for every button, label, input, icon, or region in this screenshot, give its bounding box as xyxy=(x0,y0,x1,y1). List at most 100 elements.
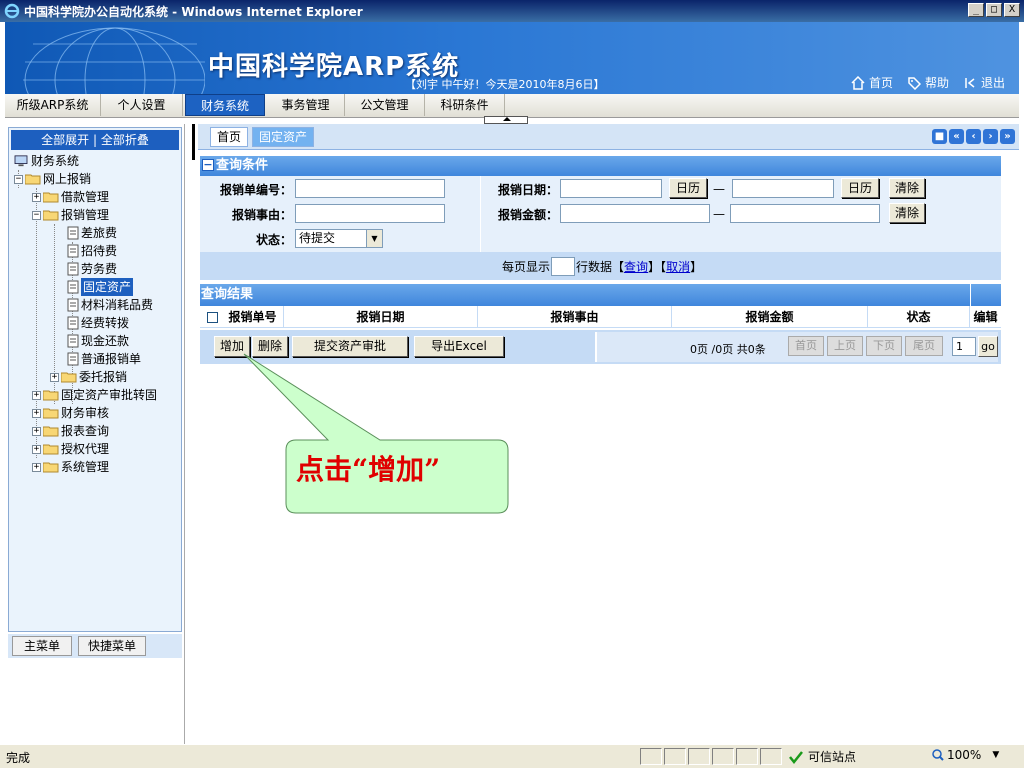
tree-leaf-general-reimbursement[interactable]: 普通报销单 xyxy=(67,350,141,368)
expand-all-button[interactable]: 全部展开 xyxy=(41,133,89,147)
tree-node-reimbursement-management[interactable]: − 报销管理 xyxy=(32,206,109,224)
date-from-input[interactable] xyxy=(560,179,662,198)
zoom-level: 100% xyxy=(947,748,982,762)
menu-institute-arp[interactable]: 所级ARP系统 xyxy=(5,94,101,116)
reimbursement-reason-input[interactable] xyxy=(295,204,445,223)
help-link[interactable]: 帮助 xyxy=(907,74,949,91)
reimbursement-number-input[interactable] xyxy=(295,179,445,198)
tree-leaf-labor[interactable]: 劳务费 xyxy=(67,260,117,278)
date-to-input[interactable] xyxy=(732,179,834,198)
collapse-section-icon[interactable]: − xyxy=(202,159,214,171)
reimbursement-amount-label: 报销金额： xyxy=(497,208,558,222)
tree-leaf-travel[interactable]: 差旅费 xyxy=(67,224,117,242)
calendar-from-button[interactable]: 日历 xyxy=(669,178,707,198)
clear-amount-button[interactable]: 清除 xyxy=(889,203,925,223)
expand-toggle-icon[interactable]: + xyxy=(32,462,41,472)
amount-to-input[interactable] xyxy=(730,204,880,223)
close-window-button[interactable]: X xyxy=(1004,3,1020,17)
tree-leaf-materials[interactable]: 材料消耗品费 xyxy=(67,296,153,314)
tab-main-menu[interactable]: 主菜单 xyxy=(12,636,72,656)
next-page-button[interactable]: 下页 xyxy=(866,336,902,356)
tree-leaf-entertainment[interactable]: 招待费 xyxy=(67,242,117,260)
logout-link[interactable]: 退出 xyxy=(963,74,1005,91)
date-range-dash: — xyxy=(713,182,725,196)
cancel-link[interactable]: 取消 xyxy=(666,258,690,275)
tab-fixed-assets[interactable]: 固定资产 xyxy=(252,127,315,147)
left-panel-splitter[interactable] xyxy=(190,124,198,160)
home-link-label: 首页 xyxy=(868,76,893,90)
expand-toggle-icon[interactable]: + xyxy=(32,444,41,454)
amount-range-dash: — xyxy=(713,207,725,221)
document-icon xyxy=(67,226,79,240)
tree-label-fixed-assets: 固定资产 xyxy=(81,278,134,296)
menu-tree-container: 全部展开 | 全部折叠 财务系统 − 网上报销 + 借款管理 − 报销管理 差旅… xyxy=(8,127,182,632)
tab-home[interactable]: 首页 xyxy=(210,127,249,147)
menu-document-management[interactable]: 公文管理 xyxy=(345,94,425,116)
tree-node-online-reimbursement[interactable]: − 网上报销 xyxy=(14,170,91,188)
amount-from-input[interactable] xyxy=(560,204,710,223)
query-link[interactable]: 查询 xyxy=(624,258,648,275)
menu-research-conditions[interactable]: 科研条件 xyxy=(425,94,505,116)
tree-node-report-query[interactable]: + 报表查询 xyxy=(32,422,109,440)
menu-affairs-management[interactable]: 事务管理 xyxy=(267,94,345,116)
column-header-edit: 编辑 xyxy=(973,310,998,324)
go-button[interactable]: go xyxy=(978,336,998,357)
calendar-to-button[interactable]: 日历 xyxy=(841,178,879,198)
home-icon xyxy=(851,75,865,90)
help-tag-icon xyxy=(908,76,921,90)
tree-label-labor: 劳务费 xyxy=(81,262,118,276)
home-link[interactable]: 首页 xyxy=(851,74,893,91)
tab-quick-menu[interactable]: 快捷菜单 xyxy=(78,636,146,656)
expand-toggle-icon[interactable]: + xyxy=(32,192,41,202)
collapse-toggle-icon[interactable]: − xyxy=(14,174,23,184)
chevron-down-icon[interactable]: ▼ xyxy=(366,230,382,247)
tree-leaf-fund-transfer[interactable]: 经费转拨 xyxy=(67,314,129,332)
tree-node-asset-approval[interactable]: + 固定资产审批转固 xyxy=(32,386,157,404)
tree-node-authorization-proxy[interactable]: + 授权代理 xyxy=(32,440,109,458)
menu-finance-system[interactable]: 财务系统 xyxy=(185,94,265,116)
callout-bubble xyxy=(243,353,509,514)
previous-tab-icon[interactable]: ‹ xyxy=(966,129,981,144)
tree-root-finance[interactable]: 财务系统 xyxy=(13,152,79,170)
security-zone[interactable]: 可信站点 xyxy=(788,748,856,765)
trusted-check-icon xyxy=(789,750,803,764)
tree-node-finance-audit[interactable]: + 财务审核 xyxy=(32,404,109,422)
tree-leaf-fixed-assets[interactable]: 固定资产 xyxy=(67,278,134,296)
tree-leaf-cash-repayment[interactable]: 现金还款 xyxy=(67,332,129,350)
clear-date-button[interactable]: 清除 xyxy=(889,178,925,198)
tree-node-system-management[interactable]: + 系统管理 xyxy=(32,458,109,476)
help-link-label: 帮助 xyxy=(924,76,949,90)
column-header-number: 报销单号 xyxy=(222,306,284,328)
previous-page-button[interactable]: 上页 xyxy=(827,336,863,356)
page-number-input[interactable]: 1 xyxy=(952,337,976,356)
collapse-all-button[interactable]: 全部折叠 xyxy=(101,133,149,147)
zoom-control[interactable]: 100% ▼ xyxy=(932,748,999,762)
collapse-toggle-icon[interactable]: − xyxy=(32,210,41,220)
collapse-banner-handle[interactable] xyxy=(484,116,528,124)
first-page-button[interactable]: 首页 xyxy=(788,336,824,356)
chevron-down-icon[interactable]: ▼ xyxy=(992,750,999,760)
page-info: 0页 /0页 共0条 xyxy=(690,343,766,356)
tree-node-entrusted-reimbursement[interactable]: + 委托报销 xyxy=(50,368,127,386)
tree-node-loan-management[interactable]: + 借款管理 xyxy=(32,188,109,206)
expand-toggle-icon[interactable]: + xyxy=(32,426,41,436)
page-size-input[interactable] xyxy=(551,257,576,276)
next-tab-icon[interactable]: › xyxy=(983,129,998,144)
stop-icon[interactable]: ■ xyxy=(932,129,947,144)
minimize-button[interactable]: _ xyxy=(968,3,984,17)
menu-personal-settings[interactable]: 个人设置 xyxy=(101,94,183,116)
results-section-header: 查询结果 xyxy=(200,284,1001,306)
last-page-button[interactable]: 尾页 xyxy=(905,336,943,356)
expand-toggle-icon[interactable]: + xyxy=(50,372,59,382)
tree-label-asset-approval: 固定资产审批转固 xyxy=(61,388,158,402)
folder-icon xyxy=(43,426,59,437)
expand-toggle-icon[interactable]: + xyxy=(32,390,41,400)
last-tab-icon[interactable]: » xyxy=(1000,129,1015,144)
first-tab-icon[interactable]: « xyxy=(949,129,964,144)
maximize-button[interactable]: □ xyxy=(986,3,1002,17)
select-all-checkbox[interactable] xyxy=(207,312,218,323)
internet-explorer-icon xyxy=(4,3,20,19)
status-select[interactable]: 待提交 ▼ xyxy=(295,229,383,248)
tree-label-loan-management: 借款管理 xyxy=(61,190,110,204)
expand-toggle-icon[interactable]: + xyxy=(32,408,41,418)
